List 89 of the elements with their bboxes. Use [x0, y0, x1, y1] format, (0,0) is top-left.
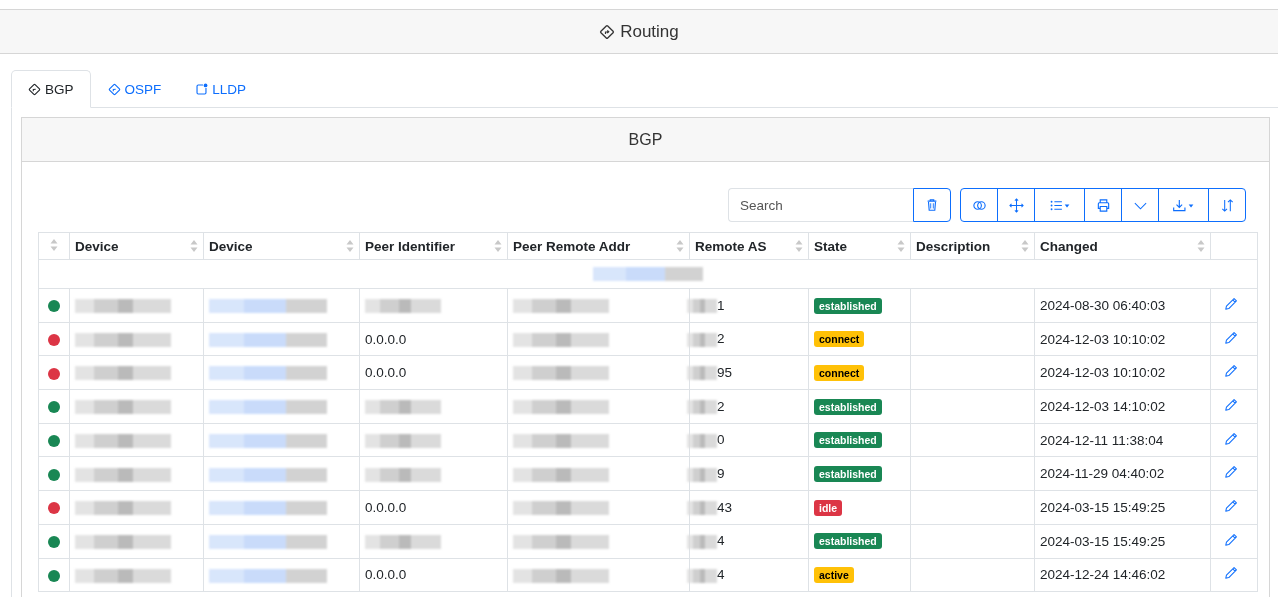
move-arrows-icon	[1008, 197, 1024, 213]
tab[interactable]: LLDP	[178, 70, 264, 108]
sort-arrows-icon	[1219, 197, 1235, 213]
column-header[interactable]: Device	[203, 232, 360, 260]
diamond-sign-icon	[107, 82, 121, 96]
state-label: established	[814, 533, 882, 550]
sort-icon	[50, 237, 58, 252]
remote-as: 0	[717, 432, 725, 448]
changed-time: 2024-03-15 15:49:25	[1040, 499, 1166, 515]
diamond-sign-icon	[599, 23, 616, 40]
print-button[interactable]	[1084, 188, 1122, 222]
state-label: connect	[814, 331, 865, 348]
redacted-text	[687, 534, 717, 549]
redacted-text	[687, 433, 717, 448]
remote-as: 4	[717, 567, 725, 583]
changed-time: 2024-12-24 14:46:02	[1040, 567, 1166, 583]
redacted-text	[687, 467, 717, 482]
diamond-sign-icon	[28, 82, 41, 96]
columns-dropdown-button[interactable]	[1034, 188, 1085, 222]
download-caret-icon	[1171, 197, 1196, 213]
card-title: BGP	[628, 130, 663, 149]
peer-identifier: 0.0.0.0	[365, 567, 407, 583]
changed-time: 2024-03-15 15:49:25	[1040, 533, 1166, 549]
redacted-text	[687, 366, 717, 381]
fullscreen-button[interactable]	[997, 188, 1035, 222]
sort-icon	[494, 239, 502, 253]
pencil-icon	[1224, 431, 1238, 446]
peer-identifier: 0.0.0.0	[365, 499, 407, 515]
state-label: established	[814, 466, 882, 482]
state-label: established	[814, 432, 882, 449]
pencil-icon	[1224, 330, 1238, 345]
sort-icon	[346, 239, 354, 253]
sort-icon	[1197, 239, 1205, 253]
trash-icon	[925, 198, 939, 212]
remote-as: 43	[717, 499, 733, 515]
changed-time: 2024-12-03 14:10:02	[1040, 398, 1166, 414]
changed-time: 2024-12-11 11:38:04	[1040, 432, 1164, 448]
square-dot-icon	[195, 82, 209, 96]
peer-identifier: 0.0.0.0	[365, 365, 407, 381]
redacted-text	[687, 501, 717, 516]
expand-button[interactable]	[1121, 188, 1159, 222]
toggle-view-button[interactable]	[960, 188, 998, 222]
redacted-text	[687, 400, 717, 415]
printer-icon	[1095, 197, 1111, 213]
pencil-icon	[1224, 465, 1238, 480]
export-dropdown-button[interactable]	[1158, 188, 1209, 222]
state-label: connect	[814, 364, 865, 381]
remote-as: 2	[717, 331, 725, 347]
redacted-text	[687, 332, 717, 347]
remote-as: 9	[717, 466, 725, 482]
remote-as: 4	[717, 533, 725, 549]
remote-as: 95	[717, 365, 733, 380]
page-title: Routing	[620, 21, 679, 42]
column-header[interactable]: Changed	[1034, 232, 1211, 260]
peer-identifier: 0.0.0.0	[365, 331, 407, 347]
sort-icon	[676, 239, 684, 253]
sort-icon	[795, 239, 803, 253]
column-header[interactable]: Peer Identifier	[359, 232, 508, 260]
clear-search-button[interactable]	[913, 188, 951, 222]
remote-as: 2	[717, 398, 725, 414]
column-header[interactable]: Device	[69, 232, 204, 260]
changed-time: 2024-11-29 04:40:02	[1040, 466, 1165, 482]
pencil-icon	[1224, 296, 1238, 311]
state-label: active	[814, 567, 854, 584]
state-label: idle	[814, 499, 843, 516]
pencil-icon	[1224, 532, 1238, 547]
pencil-icon	[1224, 397, 1238, 412]
redacted-text	[687, 568, 717, 583]
state-label: established	[814, 398, 882, 415]
pencil-icon	[1224, 498, 1238, 513]
sort-button[interactable]	[1208, 188, 1246, 222]
sort-icon	[897, 239, 905, 253]
sort-icon	[190, 239, 198, 253]
column-header[interactable]: Description	[910, 232, 1035, 260]
sort-icon	[1021, 239, 1029, 253]
column-header[interactable]: State	[808, 232, 911, 260]
changed-time: 2024-12-03 10:10:02	[1040, 365, 1166, 381]
column-header[interactable]: Peer Remote Addr	[507, 232, 690, 260]
redacted-text	[687, 299, 717, 314]
pencil-icon	[1224, 566, 1238, 581]
pencil-icon	[1224, 364, 1238, 379]
remote-as: 1	[717, 297, 725, 313]
changed-time: 2024-12-03 10:10:02	[1040, 331, 1166, 347]
tab[interactable]: OSPF	[90, 70, 179, 108]
column-header[interactable]: Remote AS	[689, 232, 809, 260]
search-field[interactable]: Search	[728, 188, 913, 222]
state-label: established	[814, 297, 882, 314]
changed-time: 2024-08-30 06:40:03	[1040, 297, 1166, 313]
tab[interactable]: BGP	[11, 70, 91, 108]
